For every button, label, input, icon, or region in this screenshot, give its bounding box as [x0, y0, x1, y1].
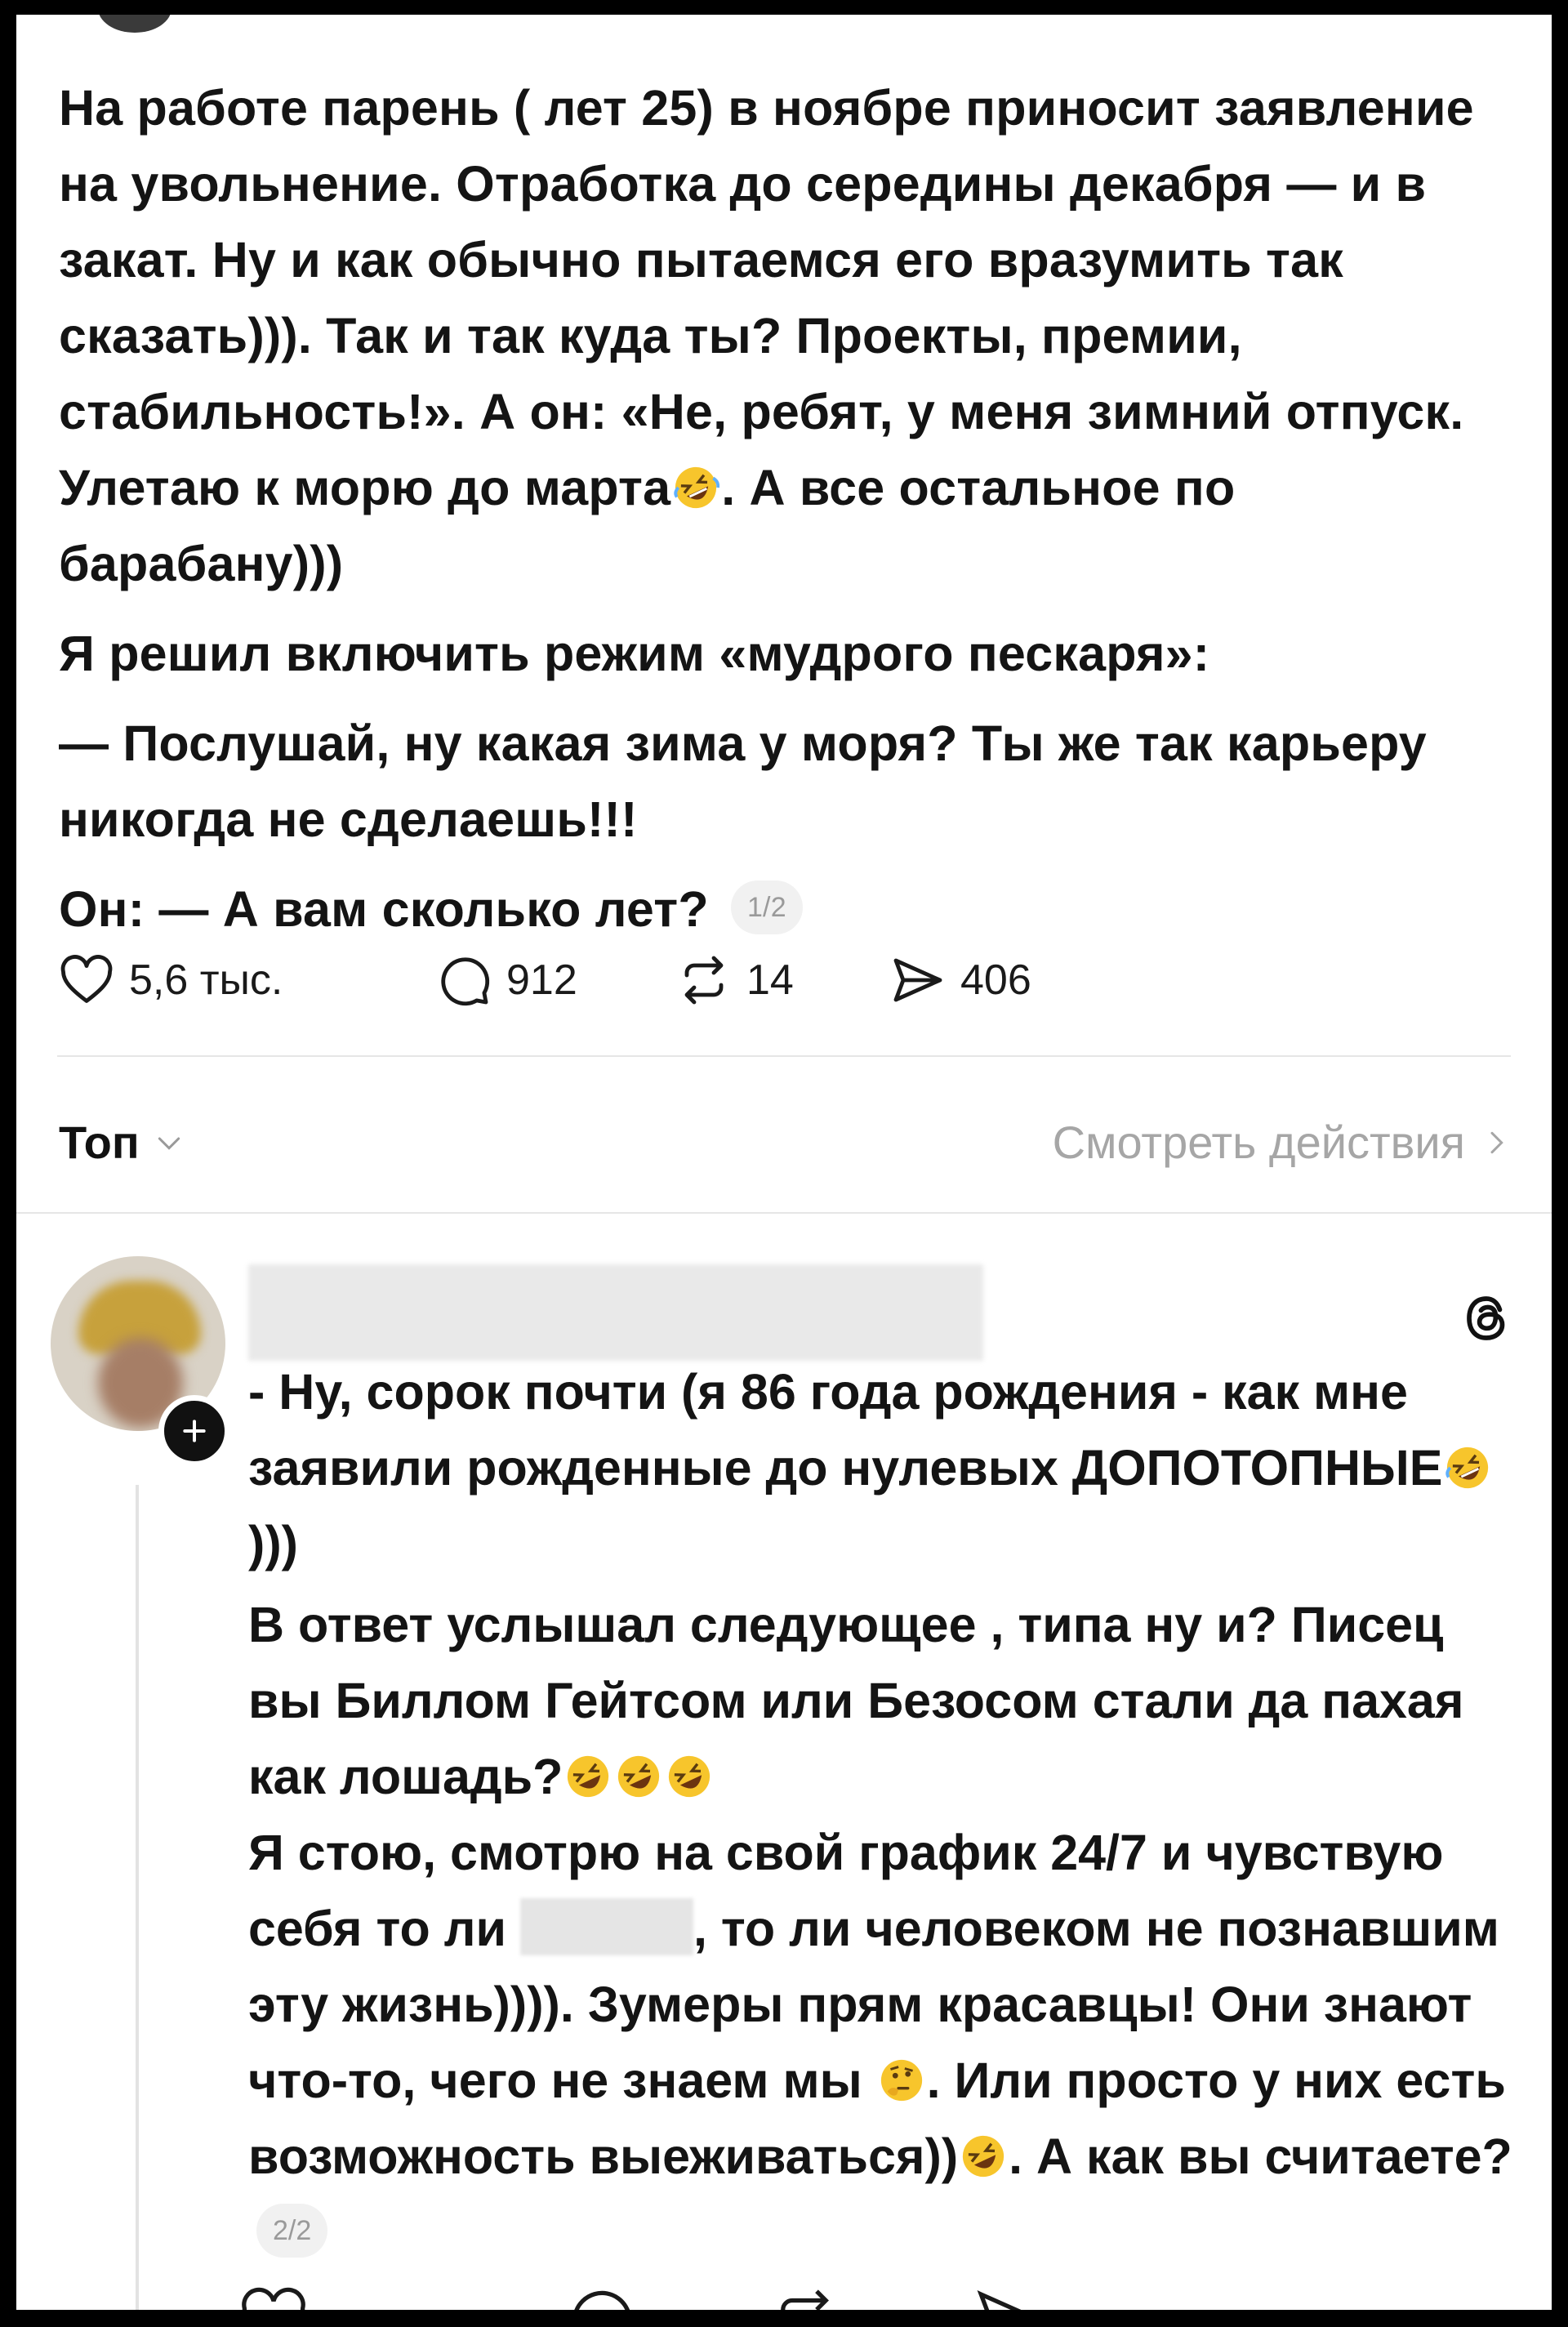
follow-button[interactable] — [158, 1395, 230, 1467]
rolling-on-floor-laughing-emoji — [963, 2135, 1004, 2178]
comment-icon[interactable] — [564, 2282, 637, 2310]
view-activity-link[interactable]: Смотреть действия — [1053, 1116, 1512, 1169]
rolling-on-floor-laughing-emoji — [669, 1755, 710, 1798]
threads-post-screen: На работе парень ( лет 25) в ноябре прин… — [16, 15, 1552, 2310]
post-paragraph: Я решил включить режим «мудрого пескаря»… — [59, 626, 1210, 681]
chevron-down-icon — [158, 1137, 180, 1150]
share-button[interactable]: 406 — [889, 947, 1031, 1013]
reply-button[interactable]: 912 — [434, 947, 577, 1013]
post-pager: 1/2 — [730, 880, 803, 934]
comment-icon — [441, 957, 490, 1006]
post-body: На работе парень ( лет 25) в ноябре прин… — [59, 70, 1521, 947]
reply-paragraph: - Ну, сорок почти (я 86 года рождения - … — [248, 1354, 1530, 1582]
redacted-word — [519, 1898, 693, 1955]
plus-icon — [183, 1420, 206, 1442]
reply-username-redacted[interactable] — [248, 1264, 983, 1361]
post-paragraph: На работе парень ( лет 25) в ноябре прин… — [59, 80, 1474, 591]
heart-icon — [60, 955, 113, 1003]
rolling-on-floor-laughing-emoji — [674, 466, 720, 509]
reply-body: - Ну, сорок почти (я 86 года рождения - … — [248, 1354, 1530, 2271]
post-paragraph: Он: — А вам сколько лет? 1/2 — [59, 872, 1521, 947]
reply-paragraph: В ответ услышал следующее , типа ну и? П… — [248, 1597, 1464, 1804]
repost-icon[interactable] — [768, 2282, 841, 2310]
repost-button[interactable]: 14 — [675, 947, 794, 1013]
reply-paragraph: Я стою, смотрю на свой график 24/7 и чув… — [248, 1815, 1530, 2271]
share-icon — [893, 958, 942, 1002]
sort-dropdown[interactable]: Топ — [59, 1116, 185, 1169]
chevron-right-icon — [1490, 1131, 1503, 1153]
repost-icon — [684, 956, 724, 1005]
reply-pager: 2/2 — [256, 2204, 328, 2258]
post-paragraph: — Послушай, ну какая зима у моря? Ты же … — [59, 715, 1427, 847]
divider — [16, 1212, 1552, 1214]
post-actions: 5,6 тыс. 912 14 406 — [57, 947, 1200, 1013]
reply-actions — [237, 2282, 1135, 2310]
threads-logo-icon[interactable] — [1457, 1289, 1516, 1348]
rolling-on-floor-laughing-emoji — [618, 1755, 660, 1798]
rolling-on-floor-laughing-emoji — [1446, 1447, 1489, 1489]
thinking-face-emoji — [880, 2059, 922, 2102]
share-icon[interactable] — [972, 2282, 1045, 2310]
post-author-avatar[interactable] — [98, 15, 172, 33]
thread-line — [136, 1485, 139, 2310]
like-button[interactable]: 5,6 тыс. — [57, 947, 283, 1013]
divider — [57, 1055, 1511, 1057]
heart-icon[interactable] — [237, 2282, 310, 2310]
rolling-on-floor-laughing-emoji — [568, 1755, 609, 1798]
